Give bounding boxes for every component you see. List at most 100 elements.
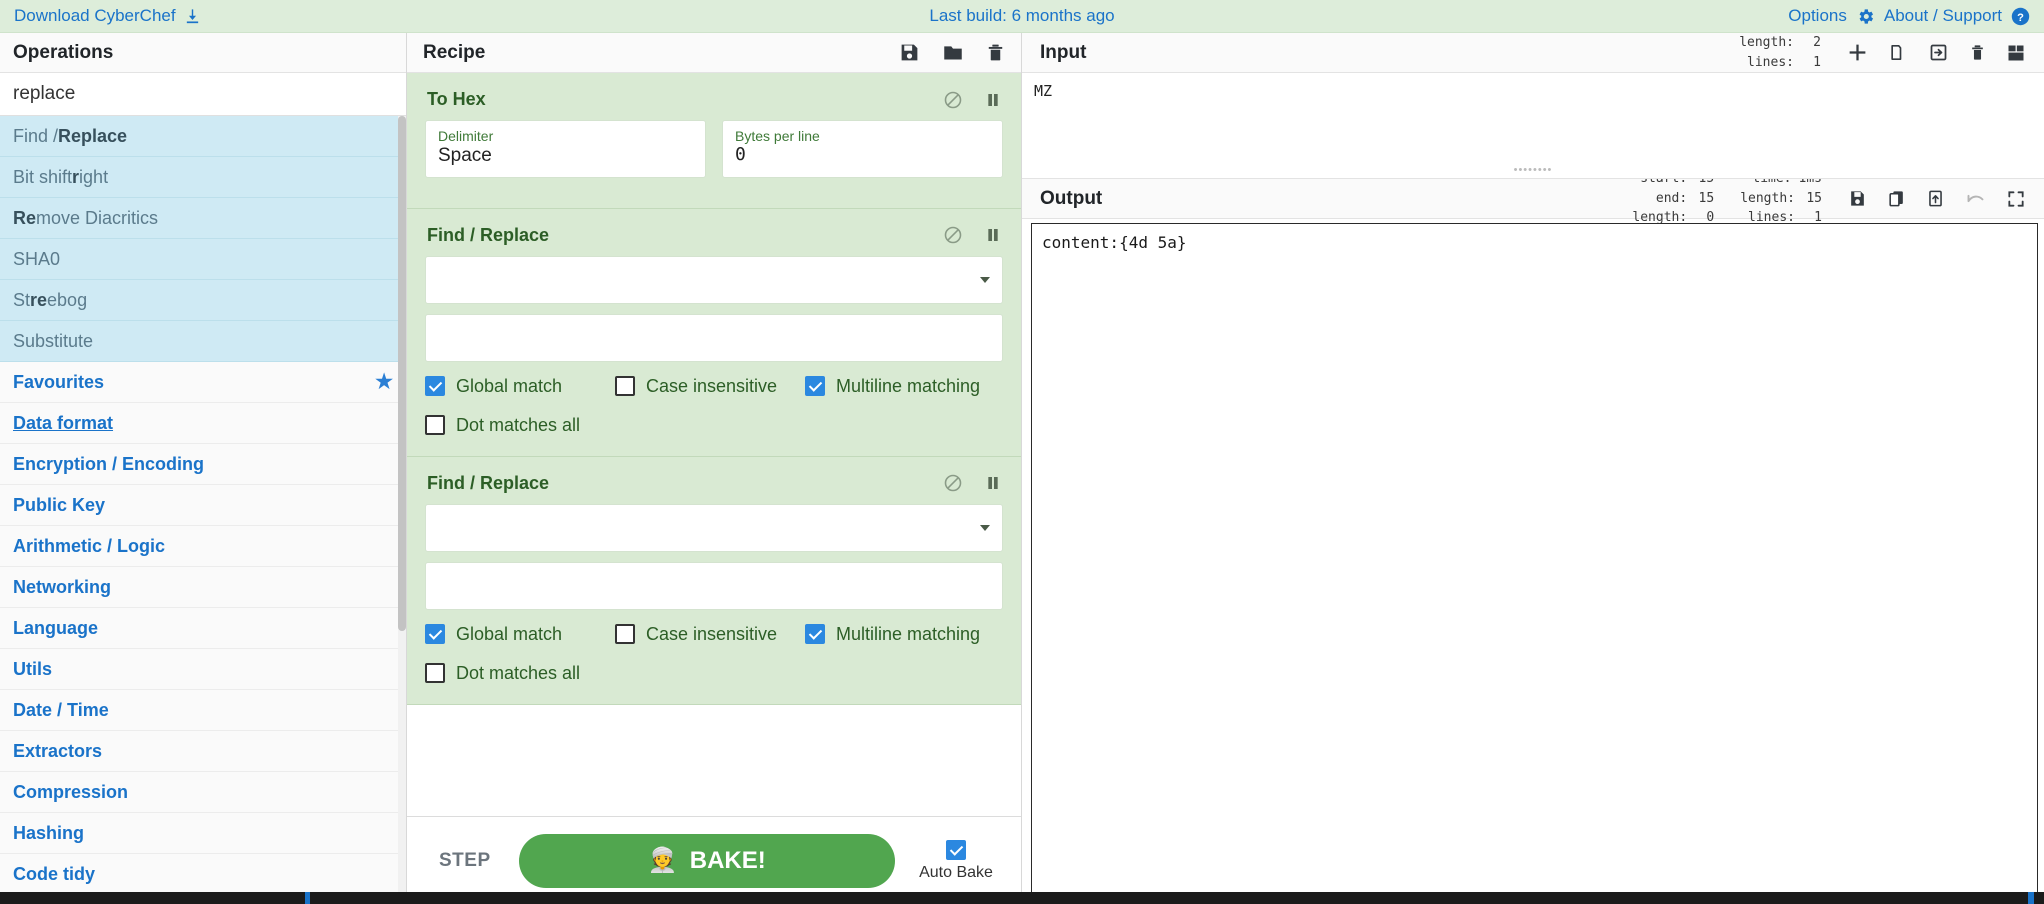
argument-value[interactable]: 0 xyxy=(735,144,990,167)
operation-result-item[interactable]: Find / Replace xyxy=(0,116,406,157)
checkbox[interactable] xyxy=(425,624,445,645)
bake-button[interactable]: 👳 BAKE! xyxy=(518,833,895,888)
find-field[interactable] xyxy=(425,503,1003,552)
find-value[interactable] xyxy=(438,512,990,534)
category-item-extractors[interactable]: Extractors xyxy=(0,731,406,772)
about-support-link[interactable]: About / Support xyxy=(1884,6,2002,26)
clear-input-icon[interactable] xyxy=(1969,42,1986,63)
tabs-layout-icon[interactable] xyxy=(2006,43,2026,63)
category-item-networking[interactable]: Networking xyxy=(0,567,406,608)
replace-value[interactable] xyxy=(438,570,990,592)
operation-result-item[interactable]: SHA0 xyxy=(0,239,406,280)
option-dot-matches-all[interactable]: Dot matches all xyxy=(425,415,580,436)
output-actions xyxy=(1848,188,2026,209)
save-recipe-icon[interactable] xyxy=(899,42,920,63)
copy-output-icon[interactable] xyxy=(1887,188,1906,209)
category-item-code-tidy[interactable]: Code tidy xyxy=(0,854,406,895)
add-input-tab-icon[interactable] xyxy=(1847,42,1868,63)
checkbox[interactable] xyxy=(425,663,445,684)
find-field[interactable] xyxy=(425,255,1003,304)
category-item-date-time[interactable]: Date / Time xyxy=(0,690,406,731)
option-label: Case insensitive xyxy=(646,375,778,396)
category-item-compression[interactable]: Compression xyxy=(0,772,406,813)
gear-icon[interactable] xyxy=(1856,7,1875,26)
category-item-data-format[interactable]: Data format xyxy=(0,403,406,444)
maximise-output-icon[interactable] xyxy=(2006,189,2026,209)
disable-circle-icon[interactable] xyxy=(943,90,963,110)
replace-value[interactable] xyxy=(438,322,990,344)
category-label: Extractors xyxy=(13,740,103,761)
auto-bake-checkbox[interactable] xyxy=(946,839,966,860)
category-item-public-key[interactable]: Public Key xyxy=(0,485,406,526)
breakpoint-pause-icon[interactable] xyxy=(985,226,1001,244)
category-label: Hashing xyxy=(13,822,85,843)
category-item-encryption-encoding[interactable]: Encryption / Encoding xyxy=(0,444,406,485)
favourites-star-icon: ★ xyxy=(375,371,393,393)
argument-field[interactable]: Delimiter Space xyxy=(425,120,706,178)
checkbox[interactable] xyxy=(425,415,445,436)
category-item-arithmetic-logic[interactable]: Arithmetic / Logic xyxy=(0,526,406,567)
category-item-hashing[interactable]: Hashing xyxy=(0,813,406,854)
search-input[interactable] xyxy=(0,73,406,115)
option-case-insensitive[interactable]: Case insensitive xyxy=(615,624,805,645)
option-global-match[interactable]: Global match xyxy=(425,376,615,397)
category-item-language[interactable]: Language xyxy=(0,608,406,649)
argument-value[interactable]: Space xyxy=(438,144,693,168)
replace-field[interactable] xyxy=(425,561,1003,610)
disable-circle-icon[interactable] xyxy=(943,225,963,245)
option-label: Global match xyxy=(456,623,563,644)
breakpoint-pause-icon[interactable] xyxy=(985,474,1001,492)
step-button[interactable]: STEP xyxy=(429,842,501,880)
checkbox[interactable] xyxy=(805,624,825,645)
find-type-select[interactable] xyxy=(974,276,990,283)
checkbox[interactable] xyxy=(805,376,825,397)
disable-circle-icon[interactable] xyxy=(943,473,963,493)
io-resize-grip[interactable]: •••••••• xyxy=(1514,164,1553,176)
find-type-select[interactable] xyxy=(974,524,990,531)
output-textarea[interactable]: content:{4d 5a} xyxy=(1031,223,2038,898)
find-row xyxy=(425,503,1003,552)
options-link[interactable]: Options xyxy=(1788,6,1847,26)
undo-icon[interactable] xyxy=(1965,188,1986,209)
recipe-operation[interactable]: Find / Replace Global match Case insensiti… xyxy=(407,208,1021,457)
category-item-utils[interactable]: Utils xyxy=(0,649,406,690)
option-dot-matches-all[interactable]: Dot matches all xyxy=(425,663,580,684)
checkbox[interactable] xyxy=(615,376,635,397)
open-file-as-input-icon[interactable] xyxy=(1928,42,1949,63)
operations-title: Operations xyxy=(0,33,406,73)
replace-row xyxy=(425,561,1003,610)
operation-result-item[interactable]: St re ebog xyxy=(0,280,406,321)
find-row xyxy=(425,255,1003,304)
replace-field[interactable] xyxy=(425,313,1003,362)
recipe-operation[interactable]: To Hex Delimiter Space Bytes per line 0 xyxy=(407,73,1021,209)
find-value[interactable] xyxy=(438,264,990,286)
breakpoint-pause-icon[interactable] xyxy=(985,91,1001,109)
checkbox[interactable] xyxy=(615,624,635,645)
operations-scrollbar-thumb[interactable] xyxy=(398,116,406,631)
download-cyberchef-link[interactable]: Download CyberChef xyxy=(14,6,176,26)
option-case-insensitive[interactable]: Case insensitive xyxy=(615,376,805,397)
replace-input-with-output-icon[interactable] xyxy=(1926,188,1945,209)
operations-scrollbar[interactable] xyxy=(398,116,406,904)
option-multiline-matching[interactable]: Multiline matching xyxy=(805,624,980,645)
load-recipe-icon[interactable] xyxy=(942,42,964,63)
operation-result-item[interactable]: Bit shift r ight xyxy=(0,157,406,198)
operation-result-item[interactable]: Re move Diacritics xyxy=(0,198,406,239)
option-global-match[interactable]: Global match xyxy=(425,624,615,645)
checkbox[interactable] xyxy=(425,376,445,397)
input-textarea[interactable]: MZ •••••••• xyxy=(1022,73,2044,179)
auto-bake-toggle[interactable]: Auto Bake xyxy=(913,839,999,882)
argument-field[interactable]: Bytes per line 0 xyxy=(722,120,1003,178)
operation-result-item[interactable]: Substitute xyxy=(0,321,406,362)
download-arrow-icon[interactable] xyxy=(184,8,201,25)
question-circle-icon[interactable]: ? xyxy=(2011,7,2030,26)
save-output-icon[interactable] xyxy=(1848,188,1867,209)
clear-recipe-icon[interactable] xyxy=(986,42,1005,63)
open-folder-icon[interactable] xyxy=(1888,42,1908,63)
recipe-operation-name: Find / Replace xyxy=(427,224,550,245)
option-label: Dot matches all xyxy=(456,662,581,683)
category-item-favourites[interactable]: Favourites ★ xyxy=(0,362,406,403)
option-multiline-matching[interactable]: Multiline matching xyxy=(805,376,980,397)
recipe-operation[interactable]: Find / Replace Global match Case insensiti… xyxy=(407,456,1021,705)
banner-right-group: Options About / Support ? xyxy=(1788,6,2030,26)
